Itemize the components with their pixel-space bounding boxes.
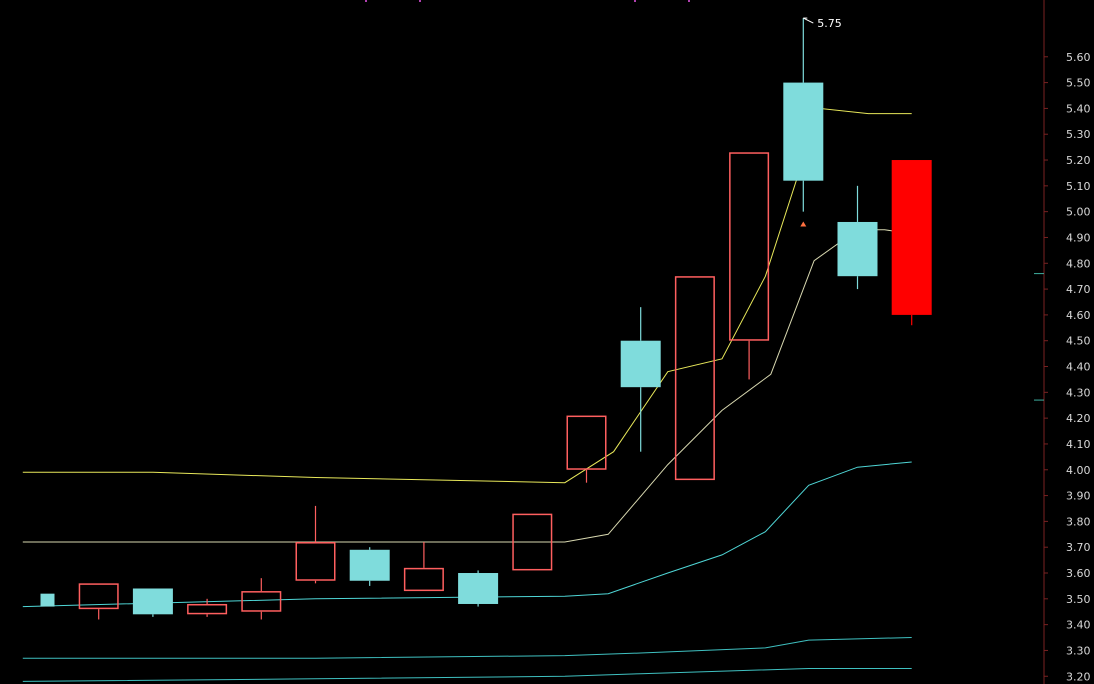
- y-tick-label: 3.80: [1066, 515, 1091, 528]
- y-tick-label: 4.70: [1066, 283, 1091, 296]
- y-tick-label: 3.40: [1066, 619, 1091, 632]
- y-tick-label: 4.90: [1066, 231, 1091, 244]
- y-tick-label: 4.50: [1066, 335, 1091, 348]
- candle-body-down: [40, 593, 55, 607]
- y-tick-label: 5.50: [1066, 77, 1091, 90]
- y-tick-label: 3.50: [1066, 593, 1091, 606]
- y-tick-label: 3.70: [1066, 541, 1091, 554]
- top-grid-dot: [634, 0, 636, 2]
- y-tick-label: 4.80: [1066, 257, 1091, 270]
- chart-canvas: 3.20 3.30 3.40 3.50 3.60 3.70 3.80 3.90 4.00 4.10…: [0, 0, 1094, 684]
- y-tick-label: 4.00: [1066, 464, 1091, 477]
- candle-body-down: [783, 82, 824, 181]
- y-tick-label: 4.20: [1066, 412, 1091, 425]
- top-grid-dot: [365, 0, 367, 2]
- y-tick-label: 5.40: [1066, 102, 1091, 115]
- y-tick-label: 3.90: [1066, 490, 1091, 503]
- candlestick-chart: 3.20 3.30 3.40 3.50 3.60 3.70 3.80 3.90 4.00 4.10…: [0, 0, 1094, 684]
- y-tick-label: 5.00: [1066, 206, 1091, 219]
- candle-body-up-filled: [891, 160, 932, 315]
- candle-body-down: [458, 573, 499, 604]
- high-price-annotation: 5.75: [817, 17, 842, 30]
- y-tick-label: 5.60: [1066, 51, 1091, 64]
- candle-body-down: [349, 549, 390, 581]
- y-tick-label: 4.10: [1066, 438, 1091, 451]
- y-tick-label: 4.60: [1066, 309, 1091, 322]
- candle-body-down: [837, 221, 878, 277]
- y-tick-label: 5.10: [1066, 180, 1091, 193]
- y-tick-label: 3.30: [1066, 644, 1091, 657]
- y-tick-label: 3.20: [1066, 670, 1091, 683]
- y-tick-label: 5.20: [1066, 154, 1091, 167]
- candle-body-down: [620, 340, 661, 388]
- top-grid-dot: [419, 0, 421, 2]
- y-tick-label: 4.40: [1066, 361, 1091, 374]
- top-grid-dot: [688, 0, 690, 2]
- y-tick-label: 4.30: [1066, 386, 1091, 399]
- y-tick-label: 3.60: [1066, 567, 1091, 580]
- y-tick-label: 5.30: [1066, 128, 1091, 141]
- chart-background: [0, 0, 1094, 684]
- candle-body-down: [132, 588, 173, 615]
